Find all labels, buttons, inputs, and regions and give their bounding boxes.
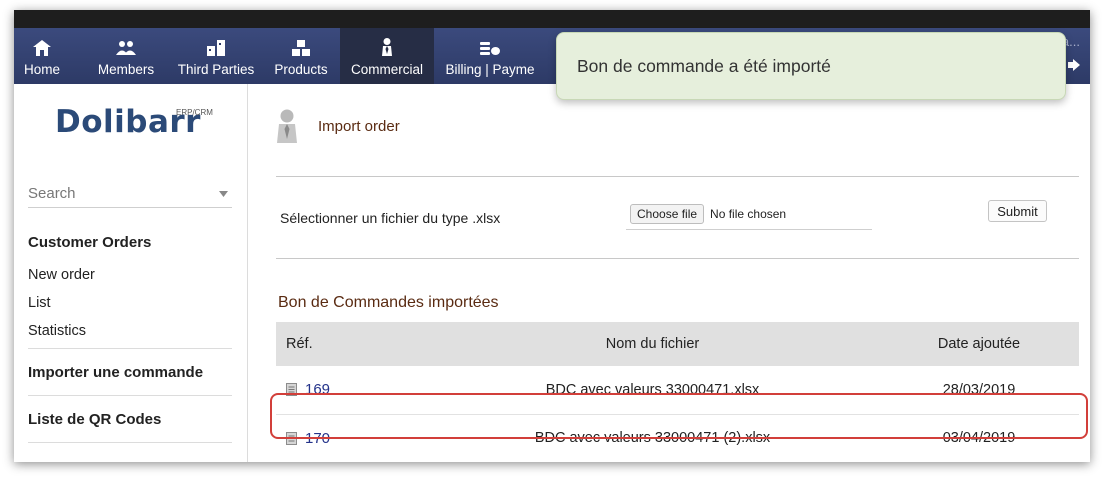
menu-label: Products [274,62,328,77]
dolibarr-logo[interactable]: Dolibarr ERP/CRM [55,104,213,140]
logout-icon[interactable] [1068,59,1080,71]
col-header-ref[interactable]: Réf. [276,322,426,366]
sidebar-link-statistics[interactable]: Statistics [28,323,86,339]
sidebar-divider [28,348,232,349]
menu-label: Third Parties [177,62,255,77]
browser-strip [14,10,1090,28]
submit-button[interactable]: Submit [988,200,1047,222]
col-header-filename[interactable]: Nom du fichier [426,322,879,366]
sidebar-divider [28,442,232,443]
file-status: No file chosen [710,206,787,221]
left-sidebar: Dolibarr ERP/CRM Search Customer Orders … [14,84,248,462]
divider [276,258,1079,259]
sidebar-link-list[interactable]: List [28,295,51,311]
page-header: Import order [276,102,400,150]
billing-icon [480,42,500,55]
chevron-down-icon [219,190,228,197]
sidebar-divider [28,395,232,396]
menu-label: Home [23,62,60,77]
order-ref-link[interactable]: 169 [305,381,330,398]
main-content: Import order Sélectionner un fichier du … [276,84,1080,462]
menu-label: Commercial [350,62,423,77]
table-row: 169 BDC avec valeurs 33000471.xlsx 28/03… [276,366,1079,415]
table-row: 170 BDC avec valeurs 33000471 (2).xlsx 0… [276,414,1079,462]
file-input[interactable]: Choose file No file chosen [626,198,872,230]
imported-orders-title: Bon de Commandes importées [278,294,499,311]
search-select[interactable]: Search [28,180,232,208]
menu-billing[interactable]: Billing | Payme [438,28,542,84]
menu-label: Members [97,62,155,77]
menu-commercial[interactable]: Commercial [340,28,434,84]
menu-products[interactable]: Products [268,28,334,84]
products-icon [292,40,310,56]
commercial-icon [277,109,297,143]
file-type-label: Sélectionner un fichier du type .xlsx [280,210,501,226]
success-notification[interactable]: Bon de commande a été importé [556,32,1066,100]
menu-home[interactable]: Home [18,28,66,84]
search-placeholder: Search [28,185,76,202]
menu-third-parties[interactable]: Third Parties [170,28,262,84]
menu-members[interactable]: Members [90,28,162,84]
app-window: Home Members Third Parties Products Comm… [14,10,1090,462]
members-icon [116,41,136,55]
third-parties-icon [207,40,225,56]
document-icon [286,383,297,397]
file-name-cell: BDC avec valeurs 33000471.xlsx [426,366,879,415]
page-title: Import order [318,117,400,135]
menu-label: Billing | Payme [445,62,535,77]
sidebar-link-qr-codes[interactable]: Liste de QR Codes [28,411,161,428]
file-name-cell: BDC avec valeurs 33000471 (2).xlsx [426,414,879,462]
commercial-icon [382,38,392,56]
order-ref-link[interactable]: 170 [305,430,330,447]
logo-superscript: ERP/CRM [176,108,213,117]
sidebar-link-import-order[interactable]: Importer une commande [28,364,203,381]
sidebar-section-customer-orders[interactable]: Customer Orders [28,234,151,251]
date-cell: 03/04/2019 [879,414,1079,462]
divider [276,176,1079,177]
date-cell: 28/03/2019 [879,366,1079,415]
document-icon [286,431,297,445]
imported-orders-table: Réf. Nom du fichier Date ajoutée 169 BDC… [276,322,1079,462]
home-icon [33,40,51,56]
col-header-date[interactable]: Date ajoutée [879,322,1079,366]
choose-file-button[interactable]: Choose file [630,203,705,224]
sidebar-link-new-order[interactable]: New order [28,267,95,283]
table-header-row: Réf. Nom du fichier Date ajoutée [276,322,1079,366]
